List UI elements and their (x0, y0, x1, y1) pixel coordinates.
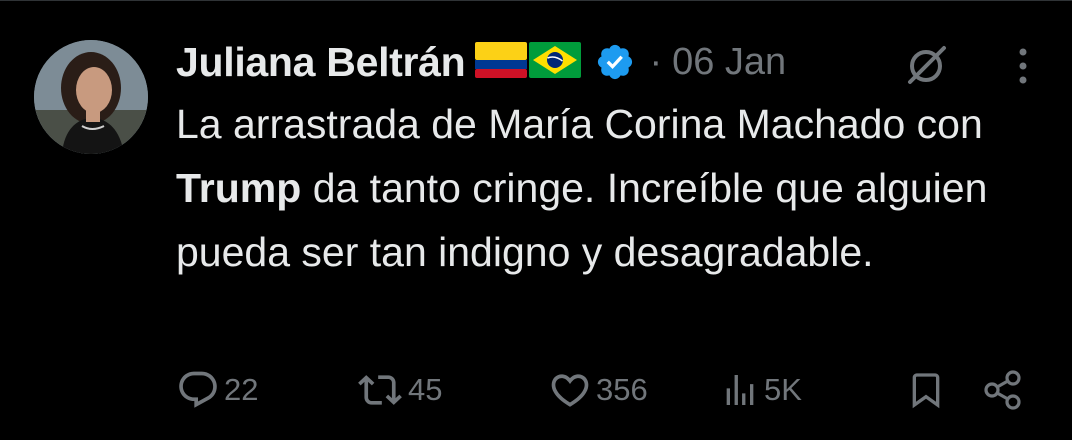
like-button[interactable]: 356 (548, 360, 648, 420)
reply-count: 22 (224, 372, 259, 407)
post-date[interactable]: 06 Jan (672, 41, 786, 84)
bookmark-button[interactable] (906, 360, 946, 420)
post-text-part: La arrastrada de María Corina Machado co… (176, 101, 983, 147)
post-text: La arrastrada de María Corina Machado co… (176, 92, 1056, 284)
separator-dot: · (649, 40, 663, 83)
more-icon[interactable] (1010, 44, 1036, 93)
share-button[interactable] (980, 360, 1026, 420)
repost-button[interactable]: 45 (356, 360, 442, 420)
top-divider (0, 0, 1072, 1)
colombia-flag-icon (475, 41, 528, 83)
post-header: Juliana Beltrán · 06 Jan (176, 34, 786, 90)
action-bar: 22 45 356 5K (0, 360, 1072, 420)
views-icon (720, 368, 760, 412)
share-icon (980, 367, 1026, 413)
author-name[interactable]: Juliana Beltrán (176, 39, 466, 86)
reply-button[interactable]: 22 (176, 360, 258, 420)
like-icon (548, 368, 592, 412)
bookmark-icon (906, 368, 946, 412)
brazil-flag-icon (529, 41, 582, 83)
post-text-bold: Trump (176, 165, 302, 211)
repost-icon (356, 368, 404, 412)
like-count: 356 (596, 372, 648, 407)
repost-count: 45 (408, 372, 443, 407)
views-count: 5K (764, 372, 802, 407)
views-button[interactable]: 5K (720, 360, 802, 420)
grok-icon[interactable] (902, 42, 950, 95)
avatar[interactable] (34, 40, 148, 154)
reply-icon (176, 368, 220, 412)
verified-badge-icon[interactable] (595, 42, 635, 82)
